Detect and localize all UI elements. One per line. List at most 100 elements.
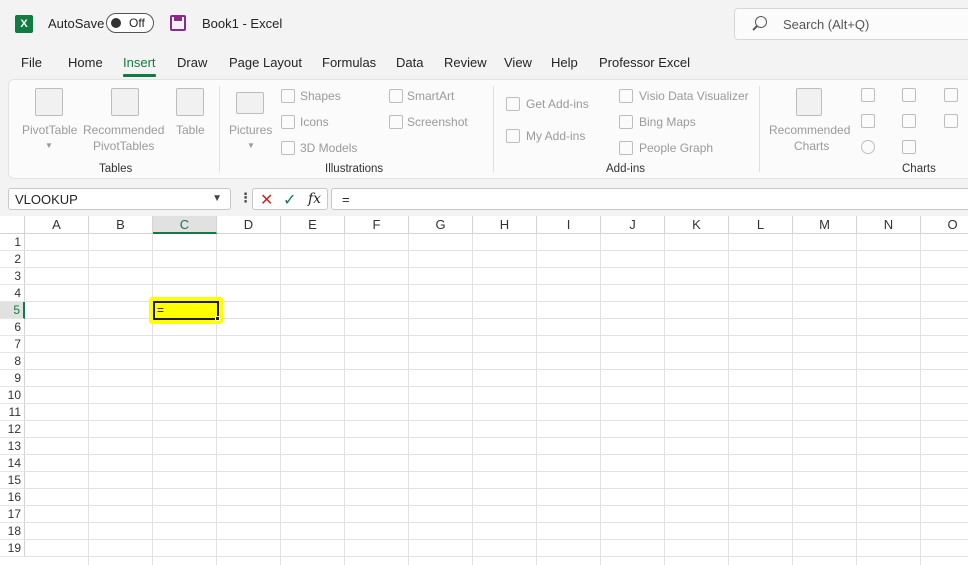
column-header-e[interactable]: E xyxy=(281,216,345,234)
grid-row-line xyxy=(25,284,968,285)
row-header-3[interactable]: 3 xyxy=(0,268,25,285)
formula-input[interactable]: = xyxy=(331,188,968,210)
tab-view[interactable]: View xyxy=(504,55,532,70)
recommended-charts-button[interactable]: Recommended xyxy=(769,123,850,137)
more-options-icon[interactable]: ⋮ xyxy=(239,190,252,206)
row-header-15[interactable]: 15 xyxy=(0,472,25,489)
autosave-label: AutoSave xyxy=(48,16,105,31)
bing-maps-icon xyxy=(619,115,633,129)
icons-icon xyxy=(281,115,295,129)
column-header-k[interactable]: K xyxy=(665,216,729,234)
row-header-18[interactable]: 18 xyxy=(0,523,25,540)
3d-models-button[interactable]: 3D Models xyxy=(300,141,357,155)
row-header-2[interactable]: 2 xyxy=(0,251,25,268)
pivottable-button[interactable]: PivotTable xyxy=(22,123,77,137)
insert-function-icon[interactable]: fx xyxy=(308,191,321,207)
column-header-d[interactable]: D xyxy=(217,216,281,234)
column-header-g[interactable]: G xyxy=(409,216,473,234)
line-chart-icon[interactable] xyxy=(861,114,875,128)
tab-help[interactable]: Help xyxy=(551,55,578,70)
grid-row-line xyxy=(25,471,968,472)
get-addins-button[interactable]: Get Add-ins xyxy=(526,97,589,111)
smartart-button[interactable]: SmartArt xyxy=(407,89,454,103)
row-header-9[interactable]: 9 xyxy=(0,370,25,387)
row-header-4[interactable]: 4 xyxy=(0,285,25,302)
grid-row-line xyxy=(25,335,968,336)
tab-insert[interactable]: Insert xyxy=(123,55,156,77)
icons-button[interactable]: Icons xyxy=(300,115,329,129)
tab-review[interactable]: Review xyxy=(444,55,487,70)
spreadsheet-grid[interactable]: A B C D E F G H I J K L M N O 1 2 3 4 5 6 7 8 9 10 11 12 13 14 15 16 17… xyxy=(0,216,968,565)
row-header-6[interactable]: 6 xyxy=(0,319,25,336)
column-header-n[interactable]: N xyxy=(857,216,921,234)
tab-page-layout[interactable]: Page Layout xyxy=(229,55,302,70)
grid-row-line xyxy=(25,505,968,506)
group-addins: Add-ins xyxy=(606,163,645,175)
column-header-o[interactable]: O xyxy=(921,216,968,234)
select-all-corner[interactable] xyxy=(0,216,25,234)
autosave-toggle[interactable]: Off xyxy=(106,13,154,33)
row-header-10[interactable]: 10 xyxy=(0,387,25,404)
bing-maps-button[interactable]: Bing Maps xyxy=(639,115,696,129)
column-header-m[interactable]: M xyxy=(793,216,857,234)
tab-file[interactable]: File xyxy=(21,55,42,70)
my-addins-button[interactable]: My Add-ins xyxy=(526,129,585,143)
save-icon[interactable] xyxy=(170,15,186,31)
row-header-16[interactable]: 16 xyxy=(0,489,25,506)
visio-data-visualizer-button[interactable]: Visio Data Visualizer xyxy=(639,89,749,103)
table-icon xyxy=(176,88,204,116)
shapes-button[interactable]: Shapes xyxy=(300,89,341,103)
screenshot-button[interactable]: Screenshot xyxy=(407,115,468,129)
tab-draw[interactable]: Draw xyxy=(177,55,207,70)
column-header-a[interactable]: A xyxy=(25,216,89,234)
tab-home[interactable]: Home xyxy=(68,55,103,70)
people-graph-button[interactable]: People Graph xyxy=(639,141,713,155)
fill-handle[interactable] xyxy=(215,316,220,321)
column-header-l[interactable]: L xyxy=(729,216,793,234)
row-header-12[interactable]: 12 xyxy=(0,421,25,438)
row-header-5[interactable]: 5 xyxy=(0,302,25,319)
row-header-14[interactable]: 14 xyxy=(0,455,25,472)
my-addins-icon xyxy=(506,129,520,143)
row-header-17[interactable]: 17 xyxy=(0,506,25,523)
row-header-13[interactable]: 13 xyxy=(0,438,25,455)
grid-row-line xyxy=(25,420,968,421)
column-chart-icon[interactable] xyxy=(861,88,875,102)
column-header-j[interactable]: J xyxy=(601,216,665,234)
chevron-down-icon[interactable]: ▼ xyxy=(212,193,222,204)
grid-row-line xyxy=(25,267,968,268)
scatter-chart-icon[interactable] xyxy=(902,140,916,154)
column-header-i[interactable]: I xyxy=(537,216,601,234)
column-header-h[interactable]: H xyxy=(473,216,537,234)
tab-formulas[interactable]: Formulas xyxy=(322,55,376,70)
pictures-button[interactable]: Pictures xyxy=(229,123,272,137)
formula-value: = xyxy=(342,192,350,207)
row-header-11[interactable]: 11 xyxy=(0,404,25,421)
recommended-pivottables-button[interactable]: Recommended xyxy=(83,123,164,137)
grid-row-line xyxy=(25,454,968,455)
column-header-c[interactable]: C xyxy=(153,216,217,234)
search-box[interactable]: Search (Alt+Q) xyxy=(734,8,968,40)
3d-models-icon xyxy=(281,141,295,155)
row-header-19[interactable]: 19 xyxy=(0,540,25,557)
tab-professor-excel[interactable]: Professor Excel xyxy=(599,55,690,70)
search-icon xyxy=(755,16,767,28)
row-header-8[interactable]: 8 xyxy=(0,353,25,370)
pictures-icon xyxy=(236,92,264,114)
column-header-f[interactable]: F xyxy=(345,216,409,234)
waterfall-chart-icon[interactable] xyxy=(944,88,958,102)
row-header-1[interactable]: 1 xyxy=(0,234,25,251)
row-header-7[interactable]: 7 xyxy=(0,336,25,353)
hierarchy-chart-icon[interactable] xyxy=(902,88,916,102)
tab-data[interactable]: Data xyxy=(396,55,423,70)
pie-chart-icon[interactable] xyxy=(861,140,875,154)
statistic-chart-icon[interactable] xyxy=(902,114,916,128)
enter-check-icon[interactable]: ✓ xyxy=(283,190,296,210)
combo-chart-icon[interactable] xyxy=(944,114,958,128)
column-header-b[interactable]: B xyxy=(89,216,153,234)
name-box-value: VLOOKUP xyxy=(15,192,78,207)
name-box[interactable]: VLOOKUP ▼ xyxy=(8,188,231,210)
table-button[interactable]: Table xyxy=(176,123,205,137)
active-cell-c5[interactable]: = xyxy=(153,301,220,321)
cancel-icon[interactable]: ✕ xyxy=(260,190,273,210)
